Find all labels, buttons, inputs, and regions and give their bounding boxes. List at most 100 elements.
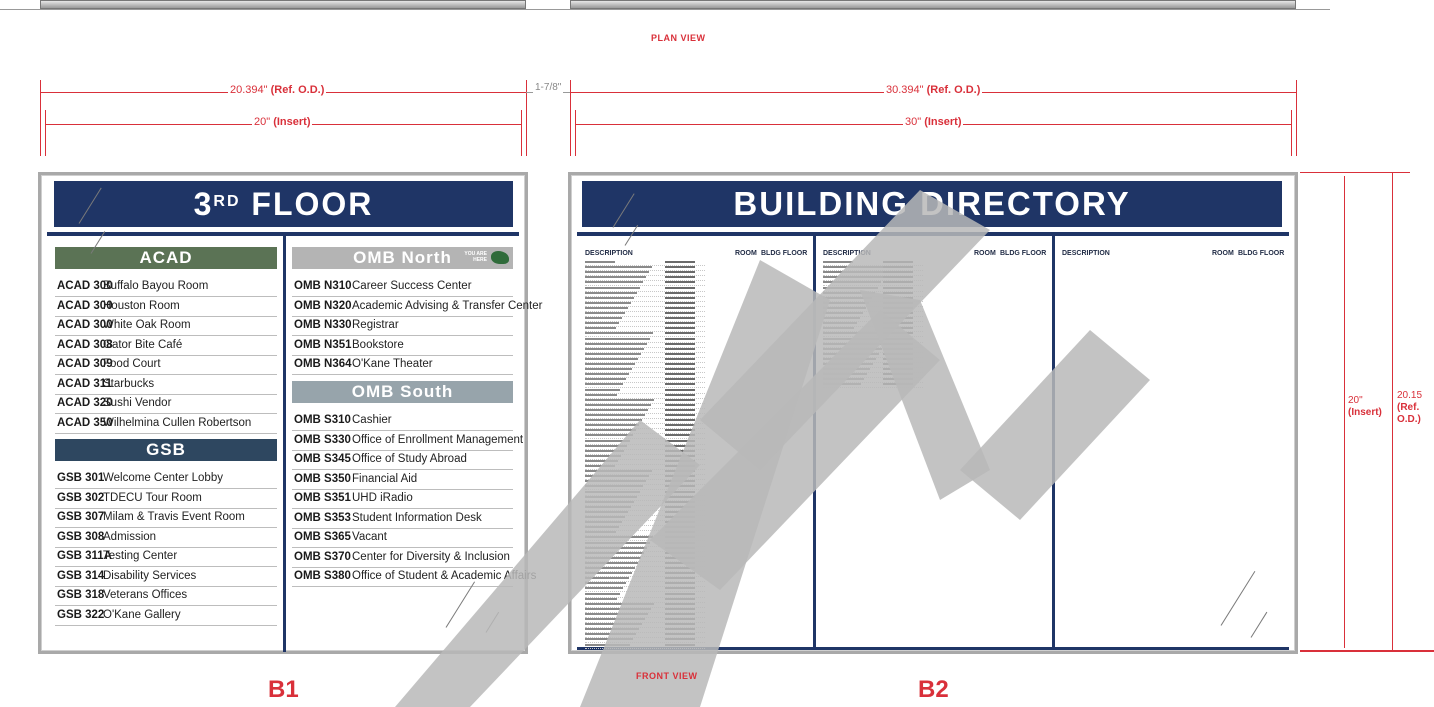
room-name: Academic Advising & Transfer Center bbox=[352, 299, 543, 312]
dim-ext-b1-insert-right bbox=[521, 110, 522, 156]
directory-row: OMB S353 Student Information Desk bbox=[292, 509, 513, 529]
front-view-label: FRONT VIEW bbox=[636, 671, 698, 681]
plan-view-strip-b1 bbox=[40, 0, 526, 9]
room-name: Office of Enrollment Management bbox=[352, 433, 524, 446]
directory-row: OMB S330 Office of Enrollment Management bbox=[292, 431, 523, 451]
room-name: Sushi Vendor bbox=[103, 397, 172, 409]
b2-col3-description-header: DESCRIPTION bbox=[1062, 250, 1110, 257]
directory-row: ACAD 300 Houston Room bbox=[55, 297, 277, 317]
b1-column-divider bbox=[283, 236, 286, 652]
b2-col3-bldg-floor-header: BLDG FLOOR bbox=[1238, 250, 1285, 257]
room-name: Career Success Center bbox=[352, 280, 472, 292]
directory-row: ACAD 311 Starbucks bbox=[55, 375, 277, 395]
room-name: O'Kane Theater bbox=[352, 358, 433, 370]
room-name: Office of Study Abroad bbox=[352, 453, 467, 465]
b2-title-rule bbox=[577, 232, 1289, 236]
room-code: OMB S350 bbox=[294, 472, 351, 485]
room-name: TDECU Tour Room bbox=[103, 491, 202, 504]
placeholder-directory-row bbox=[585, 643, 705, 649]
directory-row: GSB 322 O'Kane Gallery bbox=[55, 606, 277, 626]
b2-col2-description-header: DESCRIPTION bbox=[823, 250, 871, 257]
directory-row: ACAD 300 Buffalo Bayou Room bbox=[55, 277, 277, 297]
plan-view-baseline bbox=[0, 9, 1330, 10]
b2-col1-description-header: DESCRIPTION bbox=[585, 250, 633, 257]
directory-row: OMB S365 Vacant bbox=[292, 528, 513, 548]
b2-col1-room-header: ROOM bbox=[735, 250, 757, 257]
room-name: Center for Diversity & Inclusion bbox=[352, 550, 510, 563]
directory-row: OMB S370 Center for Diversity & Inclusion bbox=[292, 548, 513, 568]
glare-mark bbox=[485, 611, 500, 633]
dim-ext-b2-right bbox=[1296, 80, 1297, 156]
gator-mascot-icon bbox=[491, 251, 509, 264]
room-code: GSB 318 bbox=[57, 589, 105, 601]
directory-row: GSB 308 Admission bbox=[55, 528, 277, 548]
room-code: GSB 302 bbox=[57, 491, 105, 504]
directory-row: GSB 311A Testing Center bbox=[55, 547, 277, 567]
directory-row: GSB 314 Disability Services bbox=[55, 567, 277, 587]
room-name: Disability Services bbox=[103, 569, 197, 582]
glare-mark bbox=[1220, 570, 1256, 626]
room-code: OMB N320 bbox=[294, 299, 352, 312]
directory-row: OMB N320 Academic Advising & Transfer Cen… bbox=[292, 297, 542, 317]
room-code: GSB 307 bbox=[57, 511, 105, 523]
room-code: OMB S310 bbox=[294, 414, 351, 426]
room-name: UHD iRadio bbox=[352, 492, 413, 504]
room-name: Cashier bbox=[352, 414, 392, 426]
room-name: Bookstore bbox=[352, 338, 404, 351]
dim-ext-b2-insert-right bbox=[1291, 110, 1292, 156]
room-name: Buffalo Bayou Room bbox=[103, 280, 209, 292]
directory-row: ACAD 309 Food Court bbox=[55, 355, 277, 375]
dim-text-b2-od: 30.394" (Ref. O.D.) bbox=[884, 84, 983, 96]
you-are-here-label: YOU ARE HERE bbox=[464, 251, 487, 263]
directory-row: ACAD 350 Wilhelmina Cullen Robertson bbox=[55, 414, 277, 434]
placeholder-directory-row bbox=[823, 382, 923, 389]
room-code: OMB N310 bbox=[294, 280, 352, 292]
directory-row: ACAD 300 White Oak Room bbox=[55, 316, 277, 336]
directory-row: OMB S380 Office of Student & Academic Aff… bbox=[292, 567, 536, 587]
b1-case: 3RD FLOOR ACAD ACAD 300 Buffalo Bayou Roo… bbox=[38, 172, 542, 654]
dim-ext-b1-insert-left bbox=[45, 110, 46, 156]
room-name: Admission bbox=[103, 530, 157, 543]
b2-col2-bldg-floor-header: BLDG FLOOR bbox=[1000, 250, 1047, 257]
room-code: GSB 314 bbox=[57, 569, 105, 582]
room-code: OMB N330 bbox=[294, 319, 352, 331]
room-code: OMB S380 bbox=[294, 570, 351, 582]
b2-case: BUILDING DIRECTORY DESCRIPTION ROOM BLDG… bbox=[568, 172, 1298, 654]
dim-text-b2-insert: 30" (Insert) bbox=[903, 116, 964, 128]
room-code: OMB S370 bbox=[294, 550, 351, 563]
b2-label: B2 bbox=[918, 676, 949, 703]
glare-mark bbox=[1250, 611, 1268, 638]
b2-col3-room-header: ROOM bbox=[1212, 250, 1234, 257]
room-name: Wilhelmina Cullen Robertson bbox=[103, 416, 252, 429]
room-code: OMB S353 bbox=[294, 511, 351, 524]
directory-row: GSB 301 Welcome Center Lobby bbox=[55, 469, 277, 489]
b1-label: B1 bbox=[268, 676, 299, 703]
directory-row: GSB 302 TDECU Tour Room bbox=[55, 489, 277, 509]
b1-section-omb-south-header: OMB South bbox=[292, 381, 513, 403]
directory-row: OMB N330 Registrar bbox=[292, 316, 513, 336]
room-name: Food Court bbox=[103, 358, 161, 370]
directory-row: OMB N351 Bookstore bbox=[292, 336, 513, 356]
room-name: Gator Bite Café bbox=[103, 338, 183, 351]
room-name: Office of Student & Academic Affairs bbox=[352, 570, 537, 582]
room-code: OMB N351 bbox=[294, 338, 352, 351]
room-name: O'Kane Gallery bbox=[103, 608, 181, 621]
dim-line-height-insert bbox=[1344, 176, 1345, 648]
dim-text-height-insert: 20" (Insert) bbox=[1346, 395, 1386, 419]
dim-text-height-od: 20.15 (Ref. O.D.) bbox=[1395, 390, 1434, 426]
directory-row: OMB S310 Cashier bbox=[292, 411, 513, 431]
room-name: Veterans Offices bbox=[103, 589, 188, 601]
plan-view-label: PLAN VIEW bbox=[651, 33, 706, 43]
directory-row: OMB N364 O'Kane Theater bbox=[292, 355, 513, 375]
directory-row: ACAD 308 Gator Bite Café bbox=[55, 336, 277, 356]
b2-column-divider-2 bbox=[1052, 236, 1055, 648]
b1-section-omb-north-header: OMB North YOU ARE HERE bbox=[292, 247, 513, 269]
room-code: OMB S330 bbox=[294, 433, 351, 446]
dim-text-b1-insert: 20" (Insert) bbox=[252, 116, 313, 128]
directory-row: OMB N310 Career Success Center bbox=[292, 277, 513, 297]
directory-row: OMB S350 Financial Aid bbox=[292, 470, 513, 490]
directory-row: GSB 307 Milam & Travis Event Room bbox=[55, 508, 277, 528]
b1-section-gsb-header: GSB bbox=[55, 439, 277, 461]
omb-north-title: OMB North bbox=[353, 248, 452, 267]
room-code: OMB S345 bbox=[294, 453, 351, 465]
